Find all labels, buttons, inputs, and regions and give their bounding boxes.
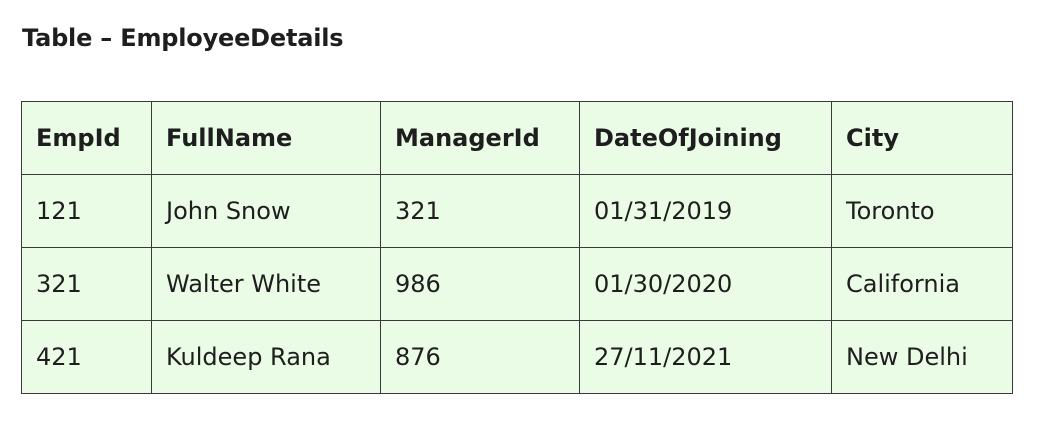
table-row: 421 Kuldeep Rana 876 27/11/2021 New Delh… <box>21 320 1013 394</box>
cell-empid: 321 <box>21 247 152 321</box>
cell-empid: 421 <box>21 320 152 394</box>
cell-dateofjoining: 01/30/2020 <box>579 247 832 321</box>
employee-details-table: EmpId FullName ManagerId DateOfJoining C… <box>21 101 1013 394</box>
column-header-managerid: ManagerId <box>380 101 580 175</box>
page-title: Table – EmployeeDetails <box>22 24 344 52</box>
cell-city: Toronto <box>831 174 1013 248</box>
table-row: 121 John Snow 321 01/31/2019 Toronto <box>21 174 1013 248</box>
cell-dateofjoining: 27/11/2021 <box>579 320 832 394</box>
cell-managerid: 876 <box>380 320 580 394</box>
cell-fullname: Kuldeep Rana <box>151 320 381 394</box>
column-header-city: City <box>831 101 1013 175</box>
cell-managerid: 986 <box>380 247 580 321</box>
table-header-row: EmpId FullName ManagerId DateOfJoining C… <box>21 101 1013 175</box>
cell-managerid: 321 <box>380 174 580 248</box>
cell-fullname: Walter White <box>151 247 381 321</box>
table-row: 321 Walter White 986 01/30/2020 Californ… <box>21 247 1013 321</box>
cell-fullname: John Snow <box>151 174 381 248</box>
cell-city: New Delhi <box>831 320 1013 394</box>
employee-details-table-container: EmpId FullName ManagerId DateOfJoining C… <box>21 101 1013 394</box>
column-header-empid: EmpId <box>21 101 152 175</box>
cell-city: California <box>831 247 1013 321</box>
column-header-dateofjoining: DateOfJoining <box>579 101 832 175</box>
column-header-fullname: FullName <box>151 101 381 175</box>
cell-empid: 121 <box>21 174 152 248</box>
cell-dateofjoining: 01/31/2019 <box>579 174 832 248</box>
